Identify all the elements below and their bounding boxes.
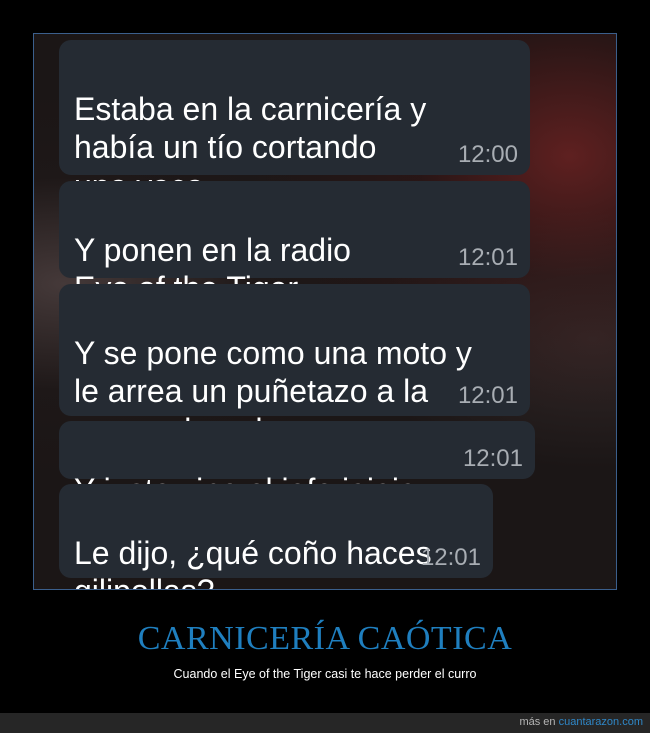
message-text: Le dijo, ¿qué coño haces gilipollas? — [74, 534, 432, 590]
message-time: 12:01 — [457, 244, 518, 271]
footer-bar: más en cuantarazon.com — [0, 713, 650, 733]
site-link[interactable]: cuantarazon.com — [559, 716, 643, 728]
message-bubble: Y se pone como una moto y le arrea un pu… — [59, 284, 530, 448]
message-bubble: Y justo vino el jefe jajaja 12:01 — [59, 421, 535, 508]
page-subtitle: Cuando el Eye of the Tiger casi te hace … — [173, 667, 477, 681]
message-bubble: Estaba en la carnicería y había un tío c… — [59, 40, 530, 204]
footer-prefix: más en — [519, 716, 556, 728]
message-time: 12:01 — [462, 445, 523, 472]
page-title: CARNICERÍA CAÓTICA — [137, 620, 513, 657]
chat-screenshot: Estaba en la carnicería y había un tío c… — [33, 33, 617, 590]
message-bubble: Le dijo, ¿qué coño haces gilipollas? 12:… — [59, 484, 493, 589]
message-time: 12:00 — [457, 141, 518, 168]
message-bubble: Y ponen en la radio Eye of the Tiger 12:… — [59, 181, 530, 306]
message-time: 12:01 — [420, 544, 481, 571]
footer-text: más en cuantarazon.com — [519, 716, 643, 728]
message-time: 12:01 — [457, 382, 518, 409]
